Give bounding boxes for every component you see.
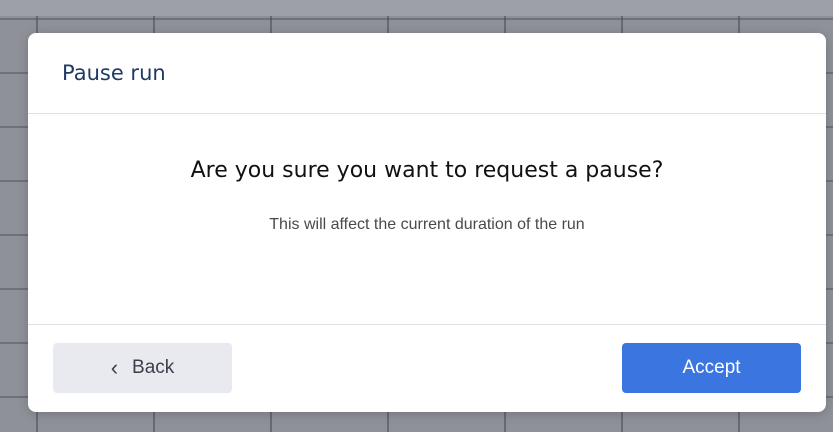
dialog-header: Pause run bbox=[28, 33, 826, 114]
accept-button[interactable]: Accept bbox=[622, 343, 801, 393]
backdrop-top-strip bbox=[0, 0, 833, 16]
dialog-body: Are you sure you want to request a pause… bbox=[28, 114, 826, 325]
back-button[interactable]: ‹ Back bbox=[53, 343, 232, 393]
dialog-footer: ‹ Back Accept bbox=[28, 325, 826, 412]
dialog-title: Pause run bbox=[62, 61, 166, 85]
back-button-label: Back bbox=[132, 357, 175, 378]
pause-run-dialog: Pause run Are you sure you want to reque… bbox=[28, 33, 826, 412]
dialog-question: Are you sure you want to request a pause… bbox=[190, 158, 664, 183]
chevron-left-icon: ‹ bbox=[110, 355, 119, 380]
accept-button-label: Accept bbox=[682, 357, 741, 378]
dialog-description: This will affect the current duration of… bbox=[269, 216, 585, 233]
